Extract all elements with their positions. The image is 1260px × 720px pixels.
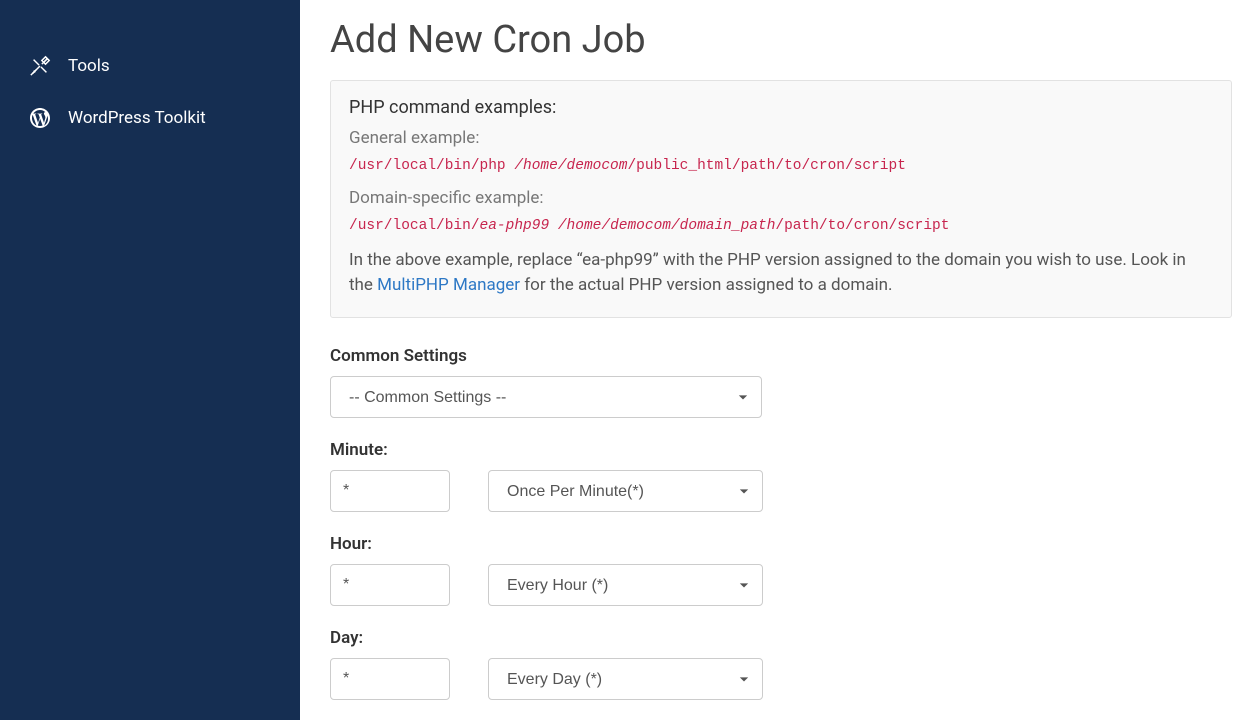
day-select[interactable]: Every Day (*) (488, 658, 763, 700)
minute-section: Minute: Once Per Minute(*) (330, 440, 1232, 512)
sidebar-item-label: WordPress Toolkit (68, 108, 206, 128)
domain-example-label: Domain-specific example: (349, 188, 1213, 208)
sidebar-item-wordpress-toolkit[interactable]: WordPress Toolkit (0, 92, 300, 144)
common-settings-section: Common Settings -- Common Settings -- (330, 346, 1232, 418)
sidebar: Tools WordPress Toolkit (0, 0, 300, 720)
hour-section: Hour: Every Hour (*) (330, 534, 1232, 606)
day-input[interactable] (330, 658, 450, 700)
sidebar-item-tools[interactable]: Tools (0, 40, 300, 92)
sidebar-item-label: Tools (68, 56, 110, 76)
day-label: Day: (330, 628, 1232, 648)
common-settings-label: Common Settings (330, 346, 1232, 366)
php-examples-box: PHP command examples: General example: /… (330, 80, 1232, 318)
general-example-command: /usr/local/bin/php /home/democom/public_… (349, 158, 1213, 174)
page-title: Add New Cron Job (330, 18, 1232, 62)
wordpress-icon (28, 106, 52, 130)
examples-heading: PHP command examples: (349, 97, 1213, 118)
hour-label: Hour: (330, 534, 1232, 554)
example-note: In the above example, replace “ea-php99”… (349, 248, 1213, 297)
multiphp-manager-link[interactable]: MultiPHP Manager (377, 275, 520, 295)
tools-icon (28, 54, 52, 78)
minute-select[interactable]: Once Per Minute(*) (488, 470, 763, 512)
domain-example-command: /usr/local/bin/ea-php99 /home/democom/do… (349, 218, 1213, 234)
minute-input[interactable] (330, 470, 450, 512)
general-example-label: General example: (349, 128, 1213, 148)
hour-select[interactable]: Every Hour (*) (488, 564, 763, 606)
day-section: Day: Every Day (*) (330, 628, 1232, 700)
minute-label: Minute: (330, 440, 1232, 460)
common-settings-select[interactable]: -- Common Settings -- (330, 376, 762, 418)
main-content: Add New Cron Job PHP command examples: G… (300, 0, 1260, 720)
hour-input[interactable] (330, 564, 450, 606)
